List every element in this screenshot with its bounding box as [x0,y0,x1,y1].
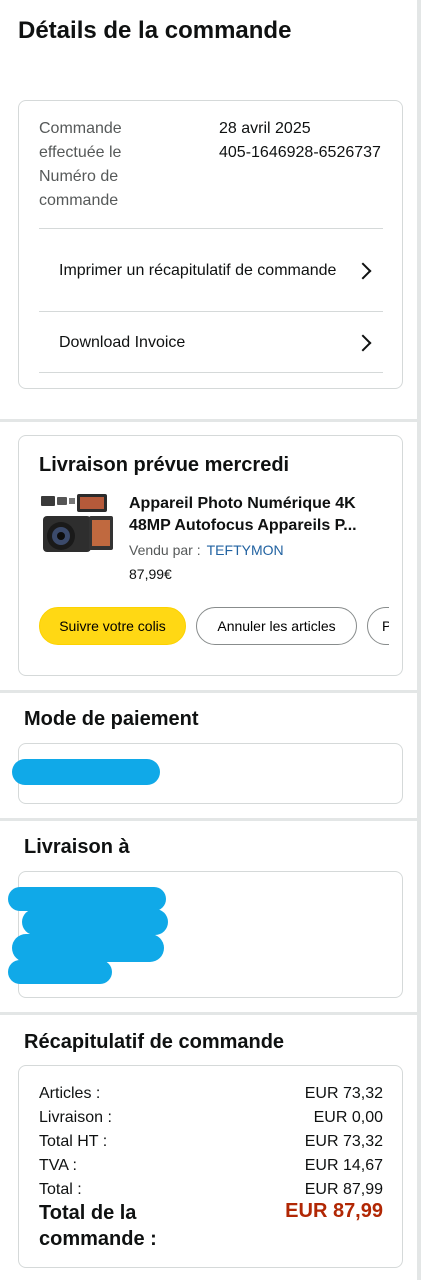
summary-value: EUR 14,67 [304,1157,383,1174]
grand-total-row: Total de la commande : EUR 87,99 [39,1200,383,1252]
summary-row-articles: Articles : EUR 73,32 [39,1082,383,1106]
download-invoice-link[interactable]: Download Invoice [39,311,383,373]
summary-card: Articles : EUR 73,32 Livraison : EUR 0,0… [18,1065,403,1268]
summary-label: Livraison : [39,1109,112,1126]
delivery-card: Livraison prévue mercredi Appareil Photo… [18,435,403,676]
order-date-label: Commande effectuée le [39,120,122,161]
summary-row-vat: TVA : EUR 14,67 [39,1154,383,1178]
track-package-button[interactable]: Suivre votre colis [39,607,186,645]
section-divider [0,1012,421,1015]
summary-label: Total : [39,1181,82,1198]
print-summary-link[interactable]: Imprimer un récapitulatif de commande [39,228,383,312]
summary-title: Récapitulatif de commande [24,1031,285,1053]
divider [39,372,383,373]
order-info-labels: Commande effectuée le Numéro de commande [39,117,189,213]
summary-value: EUR 0,00 [313,1109,383,1126]
redaction-mark [8,887,166,911]
grand-total-value: EUR 87,99 [285,1200,383,1222]
action-buttons-row: Suivre votre colis Annuler les articles … [19,436,389,677]
shipping-title: Livraison à [24,836,130,858]
payment-title: Mode de paiement [24,708,199,730]
order-number-label: Numéro de commande [39,168,119,209]
summary-row-total-ht: Total HT : EUR 73,32 [39,1130,383,1154]
summary-value: EUR 87,99 [304,1181,383,1198]
summary-value: EUR 73,32 [304,1133,383,1150]
section-divider [0,419,421,422]
redaction-mark [12,934,164,962]
cancel-items-button[interactable]: Annuler les articles [196,607,357,645]
order-info-values: 28 avril 2025 405-1646928-6526737 [219,117,389,165]
redaction-mark [8,960,112,984]
more-action-button[interactable]: P [367,607,389,645]
summary-value: EUR 73,32 [304,1085,383,1102]
redaction-mark [22,909,168,935]
page-title: Détails de la commande [18,17,292,44]
section-divider [0,818,421,821]
summary-row-total: Total : EUR 87,99 [39,1178,383,1202]
print-summary-label: Imprimer un récapitulatif de commande [59,261,337,279]
order-number-value: 405-1646928-6526737 [219,144,381,161]
section-divider [0,690,421,693]
summary-label: Articles : [39,1085,101,1102]
order-date-value: 28 avril 2025 [219,120,311,137]
redaction-mark [12,759,160,785]
scrollbar-track [417,0,421,1280]
download-invoice-label: Download Invoice [59,333,186,351]
grand-total-label: Total de la commande : [39,1202,157,1250]
order-info-card: Commande effectuée le Numéro de commande… [18,100,403,389]
summary-label: Total HT : [39,1133,108,1150]
summary-label: TVA : [39,1157,77,1174]
summary-row-shipping: Livraison : EUR 0,00 [39,1106,383,1130]
